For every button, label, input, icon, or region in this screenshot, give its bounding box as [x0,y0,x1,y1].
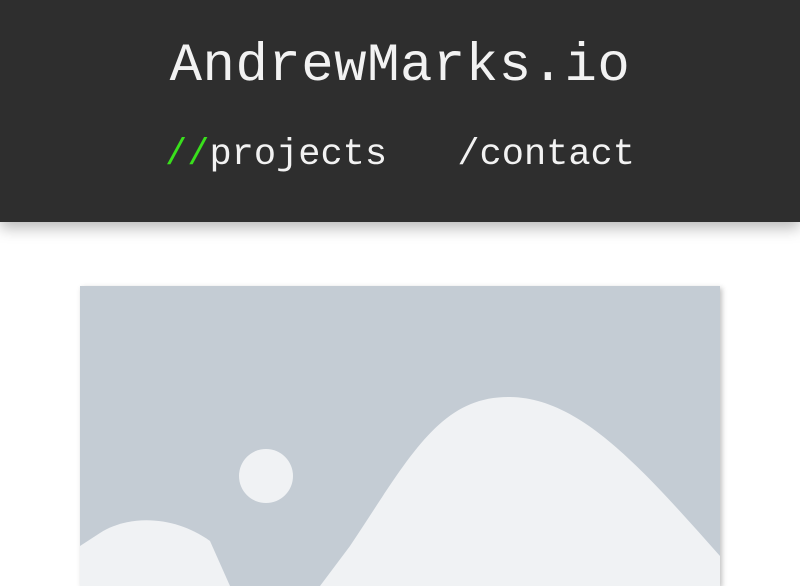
nav-item-projects-slash: // [165,134,210,176]
image-placeholder-icon [80,286,720,586]
nav-item-contact-label: contact [479,134,635,176]
main-nav: //projects /contact [0,132,800,178]
nav-item-contact-slash: / [457,134,480,176]
placeholder-sun-shape [239,449,293,503]
site-title[interactable]: AndrewMarks.io [0,34,800,100]
nav-item-contact[interactable]: /contact [457,132,635,178]
nav-item-projects-label: projects [209,134,388,176]
nav-item-projects[interactable]: //projects [165,132,387,178]
site-header: AndrewMarks.io //projects /contact [0,0,800,222]
featured-image-card[interactable] [80,286,720,586]
